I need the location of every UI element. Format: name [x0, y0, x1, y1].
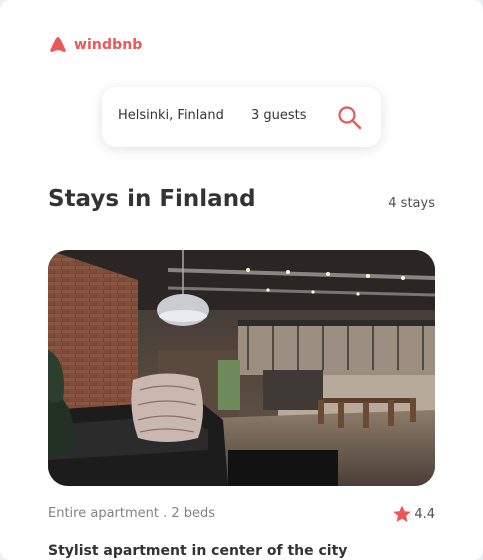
search-button[interactable] — [335, 103, 365, 133]
stay-count: 4 stays — [388, 196, 435, 211]
stay-rating: 4.4 — [392, 504, 435, 524]
page-title: Stays in Finland — [48, 186, 256, 212]
brand-logo[interactable]: windbnb — [49, 36, 142, 53]
rating-value: 4.4 — [414, 506, 435, 522]
stay-title[interactable]: Stylist apartment in center of the city — [48, 543, 347, 559]
stay-type-beds: Entire apartment . 2 beds — [48, 506, 216, 521]
search-icon — [338, 106, 362, 130]
windbnb-logo-icon — [50, 37, 66, 52]
app-frame: windbnb Helsinki, Finland 3 guests Stays… — [0, 0, 483, 560]
stay-card-image[interactable] — [48, 250, 435, 486]
loft-apartment-photo — [48, 250, 435, 486]
brand-name: windbnb — [74, 36, 143, 53]
search-guests[interactable]: 3 guests — [251, 108, 307, 123]
search-location[interactable]: Helsinki, Finland — [118, 108, 224, 123]
search-bar: Helsinki, Finland 3 guests — [102, 87, 381, 147]
star-icon — [393, 505, 412, 522]
